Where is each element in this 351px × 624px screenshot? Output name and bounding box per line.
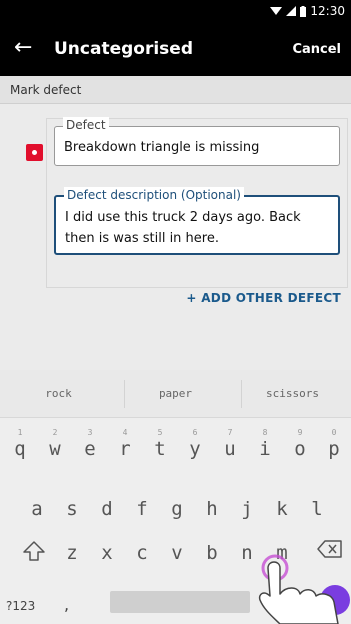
add-other-defect-button[interactable]: + ADD OTHER DEFECT	[186, 291, 341, 305]
key-q[interactable]: 1q	[3, 424, 37, 468]
key-j[interactable]: j	[230, 492, 264, 536]
key-i[interactable]: 8i	[248, 424, 282, 468]
key-k[interactable]: k	[265, 492, 299, 536]
symbols-key[interactable]: ?123	[6, 599, 35, 613]
suggestion-rock[interactable]: rock	[0, 387, 117, 400]
comma-key[interactable]: ,	[64, 595, 69, 614]
defect-form: Defect Breakdown triangle is missing Def…	[0, 104, 351, 370]
defect-description-field[interactable]: Defect description (Optional) I did use …	[54, 187, 340, 255]
space-key[interactable]	[110, 591, 250, 613]
suggestion-paper[interactable]: paper	[117, 387, 234, 400]
wifi-icon	[270, 7, 283, 15]
key-b[interactable]: b	[195, 536, 229, 580]
defect-marker-icon	[26, 144, 43, 161]
shift-arrow-icon[interactable]	[20, 536, 48, 566]
page-title: Uncategorised	[54, 39, 193, 59]
key-o[interactable]: 9o	[283, 424, 317, 468]
key-z[interactable]: z	[55, 536, 89, 580]
key-s[interactable]: s	[55, 492, 89, 536]
suggestion-scissors[interactable]: scissors	[234, 387, 351, 400]
key-l[interactable]: l	[300, 492, 334, 536]
defect-field-label: Defect	[63, 117, 109, 133]
defect-field[interactable]: Defect Breakdown triangle is missing	[54, 117, 340, 166]
battery-icon	[300, 5, 307, 17]
key-x[interactable]: x	[90, 536, 124, 580]
key-g[interactable]: g	[160, 492, 194, 536]
key-u[interactable]: 7u	[213, 424, 247, 468]
section-header: Mark defect	[0, 76, 351, 104]
defect-field-value: Breakdown triangle is missing	[64, 140, 260, 155]
key-c[interactable]: c	[125, 536, 159, 580]
defect-description-label: Defect description (Optional)	[64, 187, 244, 203]
key-t[interactable]: 5t	[143, 424, 177, 468]
signal-icon	[286, 6, 297, 16]
key-e[interactable]: 3e	[73, 424, 107, 468]
key-h[interactable]: h	[195, 492, 229, 536]
key-f[interactable]: f	[125, 492, 159, 536]
key-a[interactable]: a	[20, 492, 54, 536]
app-bar: ← Uncategorised Cancel	[0, 24, 351, 76]
key-d[interactable]: d	[90, 492, 124, 536]
defect-description-value: I did use this truck 2 days ago. Back th…	[65, 210, 301, 246]
status-time: 12:30	[310, 4, 345, 18]
suggestion-strip: rock paper scissors	[0, 370, 351, 418]
status-bar: 12:30	[0, 0, 351, 24]
cancel-button[interactable]: Cancel	[292, 42, 341, 57]
key-y[interactable]: 6y	[178, 424, 212, 468]
key-r[interactable]: 4r	[108, 424, 142, 468]
pointing-hand-icon	[258, 554, 339, 624]
status-icons: 12:30	[270, 4, 345, 18]
key-p[interactable]: 0p	[317, 424, 351, 468]
arrow-left-icon[interactable]: ←	[14, 35, 32, 61]
key-w[interactable]: 2w	[38, 424, 72, 468]
key-v[interactable]: v	[160, 536, 194, 580]
